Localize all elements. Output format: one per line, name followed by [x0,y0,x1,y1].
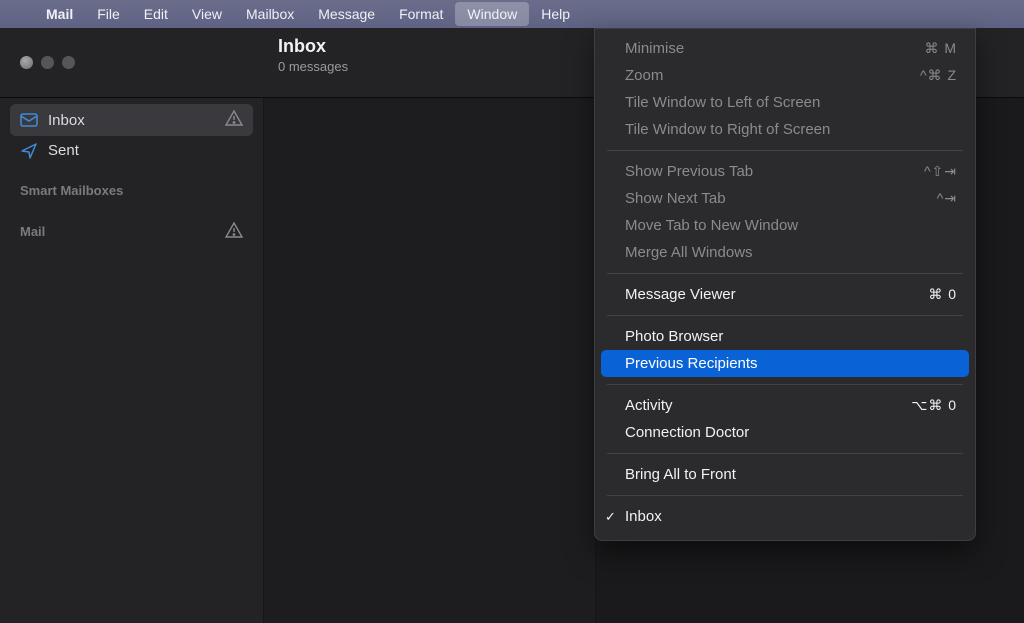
sent-icon [20,142,38,159]
menu-item-move-tab[interactable]: Move Tab to New Window [595,212,975,239]
menu-separator [607,453,963,454]
menu-item-previous-recipients[interactable]: Previous Recipients [601,350,969,377]
menu-item-zoom[interactable]: Zoom ^⌘ Z [595,62,975,89]
menu-item-photo-browser[interactable]: Photo Browser [595,323,975,350]
menu-item-activity[interactable]: Activity ⌥⌘ 0 [595,392,975,419]
menu-view[interactable]: View [180,2,234,26]
menu-window[interactable]: Window [455,2,529,26]
menu-file[interactable]: File [85,2,132,26]
menu-item-tile-left[interactable]: Tile Window to Left of Screen [595,89,975,116]
traffic-zoom[interactable] [62,56,75,69]
traffic-close[interactable] [20,56,33,69]
menu-separator [607,315,963,316]
menu-item-window-inbox[interactable]: ✓ Inbox [595,503,975,530]
menu-separator [607,495,963,496]
list-title: Inbox [278,36,348,57]
menu-mail[interactable]: Mail [34,2,85,26]
inbox-icon [20,113,38,127]
list-header: Inbox 0 messages [278,36,348,74]
menu-item-connection-doctor[interactable]: Connection Doctor [595,419,975,446]
menu-mailbox[interactable]: Mailbox [234,2,306,26]
menu-item-minimise[interactable]: Minimise ⌘ M [595,35,975,62]
menu-message[interactable]: Message [306,2,387,26]
window-menu-dropdown: Minimise ⌘ M Zoom ^⌘ Z Tile Window to Le… [594,28,976,541]
menu-item-next-tab[interactable]: Show Next Tab ^⇥ [595,185,975,212]
sidebar-section-mail[interactable]: Mail [10,204,253,247]
sidebar-label-sent: Sent [48,142,79,159]
menubar: Mail File Edit View Mailbox Message Form… [0,0,1024,28]
menu-edit[interactable]: Edit [132,2,180,26]
menu-item-bring-to-front[interactable]: Bring All to Front [595,461,975,488]
menu-separator [607,384,963,385]
list-subtitle: 0 messages [278,59,348,74]
menu-help[interactable]: Help [529,2,582,26]
menu-separator [607,273,963,274]
sidebar-item-sent[interactable]: Sent [10,136,253,165]
menu-item-message-viewer[interactable]: Message Viewer ⌘ 0 [595,281,975,308]
sidebar-section-smart[interactable]: Smart Mailboxes [10,165,253,204]
check-icon: ✓ [605,509,616,525]
menu-item-merge[interactable]: Merge All Windows [595,239,975,266]
message-list-pane: Inbox 0 messages [264,98,596,623]
warning-icon [225,222,243,241]
traffic-minimise[interactable] [41,56,54,69]
menu-format[interactable]: Format [387,2,455,26]
sidebar: Inbox Sent Smart Mailboxes Mail [0,98,264,623]
menu-item-tile-right[interactable]: Tile Window to Right of Screen [595,116,975,143]
menu-item-prev-tab[interactable]: Show Previous Tab ^⇧⇥ [595,158,975,185]
menu-separator [607,150,963,151]
sidebar-label-inbox: Inbox [48,112,85,129]
warning-icon [225,110,243,130]
window-controls [20,56,75,69]
sidebar-item-inbox[interactable]: Inbox [10,104,253,136]
